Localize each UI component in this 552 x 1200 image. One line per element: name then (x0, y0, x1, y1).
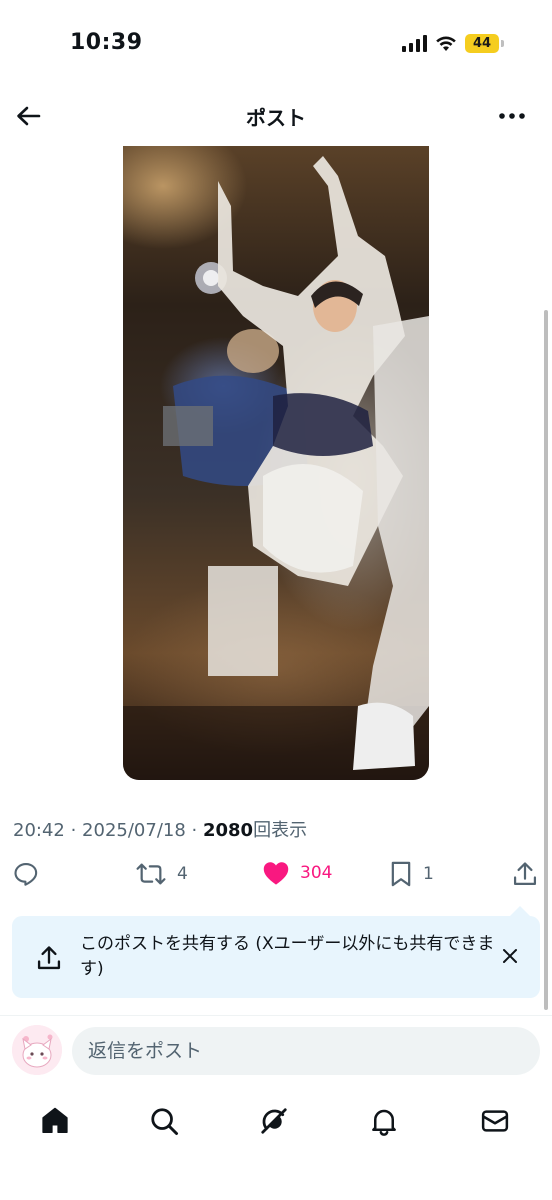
nav-search[interactable] (146, 1103, 182, 1139)
bell-icon (372, 1109, 396, 1136)
avatar-image (12, 1025, 62, 1075)
like-count: 304 (300, 863, 333, 883)
more-options-icon (499, 113, 525, 119)
share-icon (37, 946, 61, 970)
share-banner[interactable]: このポストを共有する (Xユーザー以外にも共有できます) (12, 906, 540, 998)
share-banner-text: このポストを共有する (Xユーザー以外にも共有できます) (80, 934, 495, 979)
share-button[interactable] (512, 860, 538, 888)
wifi-icon (436, 36, 456, 51)
repost-icon (136, 863, 166, 885)
close-icon[interactable] (500, 946, 520, 966)
like-button[interactable]: 304 (262, 860, 332, 886)
search-icon (151, 1108, 178, 1135)
post-photo[interactable] (123, 146, 429, 780)
nav-notifications[interactable] (366, 1103, 402, 1139)
meta-separator: · (185, 820, 203, 841)
heart-icon (263, 862, 289, 885)
bookmark-button[interactable]: 1 (389, 860, 434, 888)
battery-icon: 44 (465, 34, 504, 53)
nav-grok[interactable] (256, 1103, 292, 1139)
status-icons: 44 (402, 34, 504, 53)
post-meta: 20:42 · 2025/07/18 · 2080回表示 (13, 816, 307, 842)
reply-input[interactable] (72, 1027, 540, 1075)
views-suffix: 回表示 (253, 820, 308, 841)
repost-button[interactable]: 4 (135, 860, 188, 888)
post-header: ポスト (0, 90, 552, 142)
battery-level: 44 (465, 34, 499, 53)
signal-icon (402, 35, 427, 52)
reply-button[interactable] (12, 860, 40, 888)
post-time: 20:42 (13, 820, 65, 841)
share-icon (513, 862, 537, 886)
mail-icon (481, 1110, 509, 1132)
status-bar: 10:39 44 (0, 0, 552, 90)
home-icon (42, 1107, 68, 1133)
post-date: 2025/07/18 (82, 820, 186, 841)
reply-icon (14, 863, 38, 886)
nav-messages[interactable] (477, 1103, 513, 1139)
divider (0, 1015, 552, 1016)
scrollbar[interactable] (544, 310, 548, 1010)
bookmark-count: 1 (423, 864, 434, 884)
avatar[interactable] (12, 1025, 62, 1075)
action-bar: 4 304 1 (0, 856, 552, 896)
more-options-button[interactable] (496, 100, 528, 132)
grok-icon (261, 1108, 287, 1134)
photo-content (123, 156, 429, 780)
meta-separator: · (64, 820, 83, 841)
page-title: ポスト (246, 106, 306, 130)
view-count: 2080 (202, 820, 254, 841)
nav-home[interactable] (37, 1103, 73, 1139)
status-time: 10:39 (70, 30, 143, 55)
bottom-nav (0, 1095, 552, 1147)
repost-count: 4 (177, 864, 188, 884)
bookmark-icon (391, 861, 411, 887)
